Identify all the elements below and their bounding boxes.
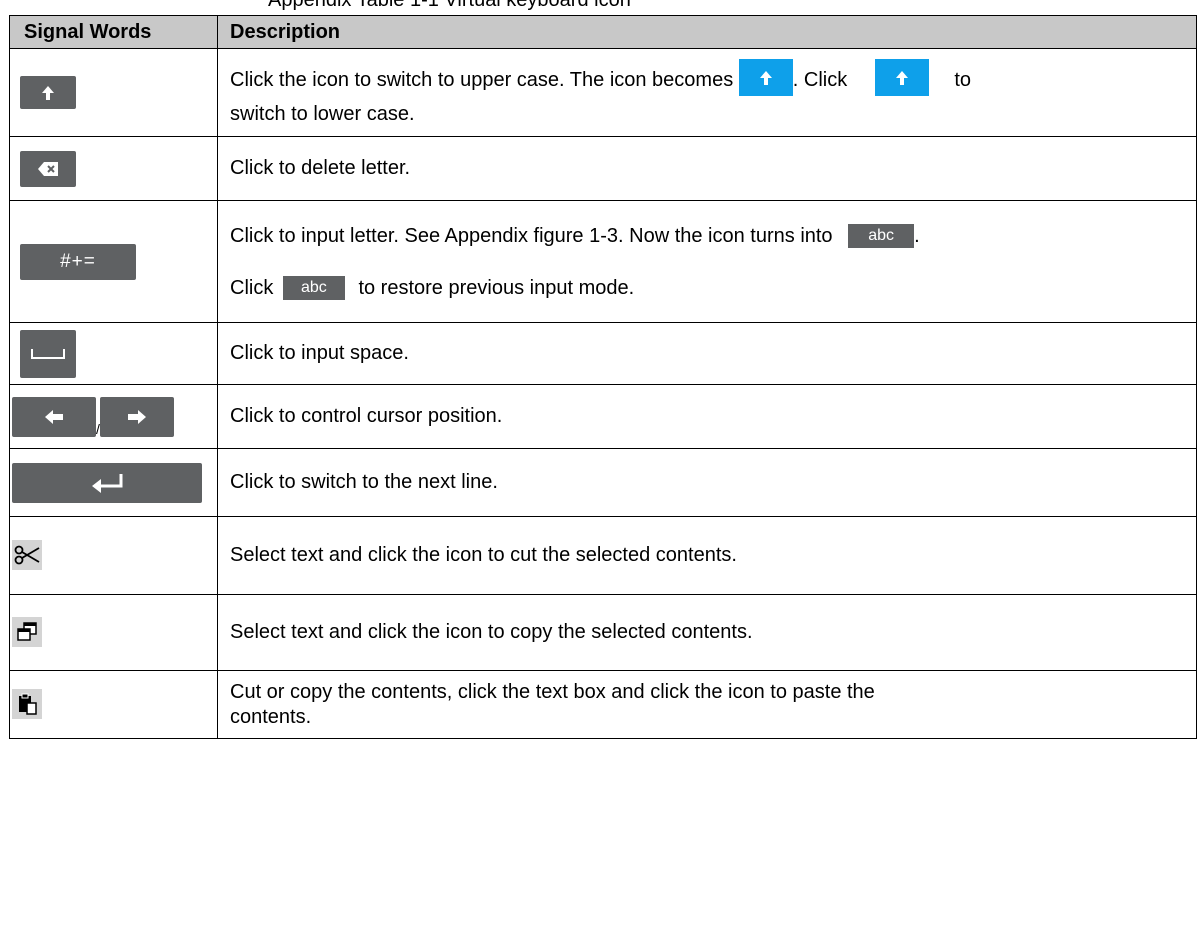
description-cell: Click to input letter. See Appendix figu…: [217, 200, 1197, 323]
description-text: Click to input letter. See Appendix figu…: [230, 224, 839, 247]
shift-active-icon: [738, 59, 793, 97]
abc-key-icon: abc: [848, 224, 915, 249]
shift-up-arrow-icon: [20, 76, 76, 109]
description-cell: Click to input space.: [217, 322, 1197, 385]
paste-icon: [12, 688, 42, 719]
table-row: Select text and click the icon to copy t…: [9, 594, 1197, 671]
shift-active-icon: [874, 59, 929, 97]
description-line: Click to input space.: [230, 342, 409, 364]
cut-scissors-icon: [12, 540, 42, 570]
description-cell: Click the icon to switch to upper case. …: [217, 48, 1197, 137]
description-line: Click the icon to switch to upper case. …: [230, 58, 1196, 102]
description-cell: Select text and click the icon to cut th…: [217, 516, 1197, 595]
description-line: Cut or copy the contents, click the text…: [230, 680, 875, 703]
description-line: Click to delete letter.: [230, 157, 411, 179]
description-line: contents.: [230, 705, 312, 728]
table-row: Cut or copy the contents, click the text…: [9, 670, 1197, 739]
signal-word-cell: [9, 448, 218, 517]
enter-key-icon: [12, 462, 202, 503]
description-line: Click to switch to the next line.: [230, 471, 498, 493]
table-row: Click to input space.: [9, 322, 1197, 385]
description-line: switch to lower case.: [230, 103, 415, 125]
description-text: to: [948, 69, 972, 91]
abc-key-label: abc: [868, 227, 895, 245]
cursor-left-icon: [12, 396, 96, 437]
signal-word-cell: [9, 594, 218, 671]
abc-key-label: abc: [300, 279, 327, 297]
signal-word-cell: /: [9, 384, 218, 449]
abc-key-icon: abc: [282, 276, 345, 301]
description-text: Click: [230, 276, 279, 299]
table-row: Click to switch to the next line.: [9, 448, 1197, 517]
table-caption: Appendix Table 1-1 Virtual keyboard icon: [268, 0, 631, 11]
table-header-row: Signal Words Description: [9, 15, 1197, 49]
column-header-description: Description: [217, 15, 1197, 49]
description-line: Click abc to restore previous input mode…: [230, 265, 1196, 311]
copy-icon: [12, 617, 42, 647]
description-text: to restore previous input mode.: [352, 276, 635, 299]
table-row: / Click to control cursor position.: [9, 384, 1197, 449]
description-line: Click to control cursor position.: [230, 405, 503, 427]
cursor-right-icon: [99, 396, 174, 437]
signal-word-cell: [9, 48, 218, 137]
description-text: Click the icon to switch to upper case. …: [230, 69, 739, 91]
description-line: Click to input letter. See Appendix figu…: [230, 213, 1196, 259]
signal-word-cell: [9, 136, 218, 201]
column-header-signal-words: Signal Words: [9, 15, 218, 49]
description-cell: Click to control cursor position.: [217, 384, 1197, 449]
description-text: .: [914, 224, 920, 247]
signal-word-cell: [9, 516, 218, 595]
description-line: Select text and click the icon to copy t…: [230, 621, 753, 643]
description-cell: Click to switch to the next line.: [217, 448, 1197, 517]
symbols-key-icon: #+=: [20, 243, 136, 280]
description-line: Select text and click the icon to cut th…: [230, 544, 737, 566]
description-cell: Select text and click the icon to copy t…: [217, 594, 1197, 671]
symbols-key-label: #+=: [60, 250, 96, 272]
signal-word-cell: [9, 670, 218, 739]
table-row: Click to delete letter.: [9, 136, 1197, 201]
description-cell: Cut or copy the contents, click the text…: [217, 670, 1197, 739]
space-bar-icon: [20, 329, 76, 378]
description-cell: Click to delete letter.: [217, 136, 1197, 201]
table-row: Click the icon to switch to upper case. …: [9, 48, 1197, 137]
backspace-icon: [20, 150, 76, 187]
table-row: #+= Click to input letter. See Appendix …: [9, 200, 1197, 323]
signal-word-cell: #+=: [9, 200, 218, 323]
description-text: . Click: [792, 69, 853, 91]
signal-word-cell: [9, 322, 218, 385]
table-row: Select text and click the icon to cut th…: [9, 516, 1197, 595]
virtual-keyboard-icon-table: Signal Words Description Click the icon …: [9, 15, 1197, 739]
